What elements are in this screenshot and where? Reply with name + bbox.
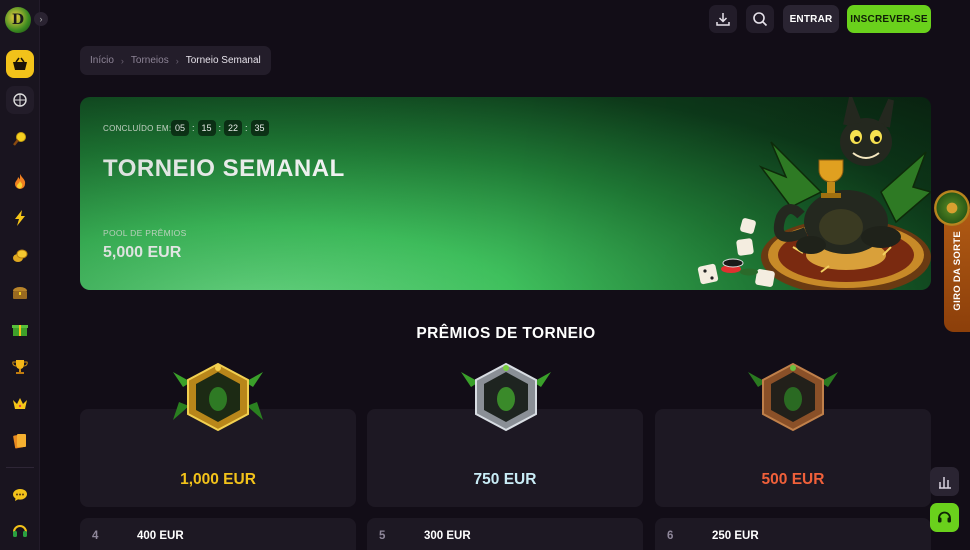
sidebar-item-chest[interactable] [6,279,34,307]
prize-pool-value: 5,000 EUR [103,244,182,261]
rank-amount: 300 EUR [424,530,471,542]
search-icon [753,12,768,27]
lucky-wheel-icon[interactable] [934,190,970,226]
countdown-separator: : [192,123,195,133]
site-logo[interactable]: D [5,7,31,33]
sidebar-item-vip[interactable] [6,390,34,418]
chevron-right-icon: › [39,14,43,24]
lucky-spin-label: GIRO DA SORTE [951,231,963,311]
prize-amount: 500 EUR [761,471,825,488]
prize-pool-label: POOL DE PRÊMIOS [103,228,187,238]
breadcrumb: Início › Torneios › Torneio Semanal [80,46,271,75]
headset-icon [938,511,951,523]
countdown-minutes: 22 [224,120,243,136]
rank-row-6: 6 250 EUR [655,518,931,550]
sidebar-item-casino[interactable] [6,50,34,78]
tournament-hero-banner: CONCLUÍDO EM: 05 : 15 : 22 : 35 TORNEIO … [80,97,931,290]
silver-dragon-badge [461,362,551,432]
breadcrumb-current: Torneio Semanal [185,55,261,66]
cards-icon [13,434,26,449]
chevron-right-icon: › [175,55,179,66]
logo-letter: D [11,12,25,28]
login-button[interactable]: ENTRAR [783,5,839,33]
rank-row-5: 5 300 EUR [367,518,643,550]
basket-icon [13,57,27,70]
sidebar-item-sports[interactable] [6,86,34,114]
breadcrumb-home[interactable]: Início [90,55,114,66]
rank-amount: 250 EUR [712,530,759,542]
sidebar-item-support[interactable] [6,517,34,545]
rank-place: 4 [92,530,99,542]
search-button[interactable] [746,5,774,33]
countdown-separator: : [245,123,248,133]
sidebar: D [0,0,40,550]
countdown-hours: 15 [197,120,216,136]
page-title: TORNEIO SEMANAL [103,155,345,182]
prize-amount: 750 EUR [473,471,537,488]
lucky-spin-tab[interactable]: GIRO DA SORTE [944,210,970,332]
coins-icon [13,249,28,262]
countdown-separator: : [218,123,222,133]
sidebar-collapse-button[interactable]: › [34,12,48,26]
crown-icon [13,398,27,409]
countdown-seconds: 35 [250,120,269,136]
sidebar-item-tournaments[interactable] [6,353,34,381]
fire-icon [15,174,26,189]
rank-amount: 400 EUR [137,530,184,542]
statistics-button[interactable] [930,467,959,496]
sports-ball-icon [13,93,27,107]
chevron-right-icon: › [120,55,124,66]
download-icon [716,13,730,26]
treasure-chest-icon [13,287,27,299]
breadcrumb-tournaments[interactable]: Torneios [131,55,169,66]
bar-chart-icon [938,476,951,489]
sidebar-item-coins[interactable] [6,242,34,270]
trophy-icon [12,360,28,374]
prizes-section-title: PRÊMIOS DE TORNEIO [416,325,596,342]
countdown-timer: 05 : 15 : 22 : 35 [171,120,269,136]
prize-amount: 1,000 EUR [180,471,256,488]
sidebar-item-search[interactable] [6,125,34,153]
countdown-label: CONCLUÍDO EM: [103,124,172,133]
headset-icon [13,525,27,537]
chat-icon [13,489,27,501]
sidebar-item-hot[interactable] [6,167,34,195]
support-chat-button[interactable] [930,503,959,532]
rank-place: 5 [379,530,386,542]
dragon-mascot-illustration [697,97,931,290]
sidebar-divider [6,467,34,468]
countdown-days: 05 [171,120,189,136]
rank-place: 6 [667,530,674,542]
sidebar-item-cards[interactable] [6,427,34,455]
download-button[interactable] [709,5,737,33]
magnifier-icon [13,132,26,146]
sidebar-item-fast[interactable] [6,204,34,232]
sidebar-item-chat[interactable] [6,481,34,509]
rank-row-4: 4 400 EUR [80,518,356,550]
signup-button[interactable]: INSCREVER-SE [847,5,931,33]
gold-dragon-badge [173,362,263,432]
lightning-icon [15,210,25,226]
bronze-dragon-badge [748,362,838,432]
